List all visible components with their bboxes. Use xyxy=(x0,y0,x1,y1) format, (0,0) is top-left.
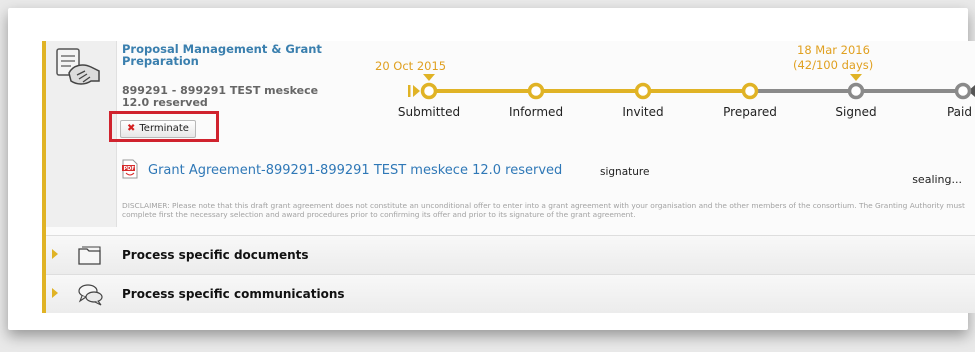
document-tag: signature xyxy=(600,166,650,178)
folder-icon xyxy=(78,246,101,265)
section-process-documents[interactable]: Process specific documents xyxy=(46,235,975,274)
timeline-step-node xyxy=(847,82,865,100)
close-icon: ✖ xyxy=(127,123,136,134)
svg-text:PDF: PDF xyxy=(124,166,135,172)
process-card: Proposal Management & Grant Preparation … xyxy=(42,41,975,313)
window-frame: Proposal Management & Grant Preparation … xyxy=(8,8,975,330)
timeline-step-node xyxy=(634,82,652,100)
terminate-button[interactable]: ✖ Terminate xyxy=(120,120,196,138)
pdf-icon: PDF xyxy=(122,159,138,179)
section-process-communications[interactable]: Process specific communications xyxy=(46,274,975,313)
process-subtitle: 899291 - 899291 TEST meskece 12.0 reserv… xyxy=(122,85,362,109)
process-icon-column xyxy=(46,41,117,227)
section-label: Process specific communications xyxy=(122,287,345,301)
disclaimer-text: DISCLAIMER: Please note that this draft … xyxy=(122,201,965,219)
grant-agreement-link[interactable]: Grant Agreement-899291-899291 TEST meske… xyxy=(148,163,562,178)
process-subtitle-line2: 12.0 reserved xyxy=(122,96,208,109)
timeline-step-label: Submitted xyxy=(397,105,461,119)
timeline-step-label: Paid xyxy=(946,105,972,119)
document-status: sealing... xyxy=(912,173,962,186)
progress-timeline: 20 Oct 2015 18 Mar 2016 (42/100 days) Su… xyxy=(366,41,975,131)
section-label: Process specific documents xyxy=(122,248,309,262)
terminate-highlight: ✖ Terminate xyxy=(109,111,219,142)
timeline-start-arrow xyxy=(413,85,420,97)
timeline-step-node xyxy=(420,82,438,100)
process-title[interactable]: Proposal Management & Grant Preparation xyxy=(122,43,362,67)
timeline-start-bar xyxy=(408,85,411,97)
current-date-pointer xyxy=(850,74,862,81)
document-row: PDF Grant Agreement-899291-899291 TEST m… xyxy=(122,159,972,186)
timeline-step-node xyxy=(954,82,972,100)
handshake-icon xyxy=(56,48,100,85)
expand-arrow-icon[interactable] xyxy=(52,288,58,298)
timeline-step-label: Informed xyxy=(508,105,564,119)
timeline-step-node xyxy=(741,82,759,100)
timeline-step-label: Signed xyxy=(835,105,877,119)
start-date-pointer xyxy=(423,74,435,81)
timeline-step-node xyxy=(527,82,545,100)
timeline-step-label: Prepared xyxy=(723,105,777,119)
terminate-label: Terminate xyxy=(139,123,189,134)
expand-arrow-icon[interactable] xyxy=(52,249,58,259)
timeline-step-label: Invited xyxy=(622,105,664,119)
chat-bubbles-icon xyxy=(78,284,103,306)
